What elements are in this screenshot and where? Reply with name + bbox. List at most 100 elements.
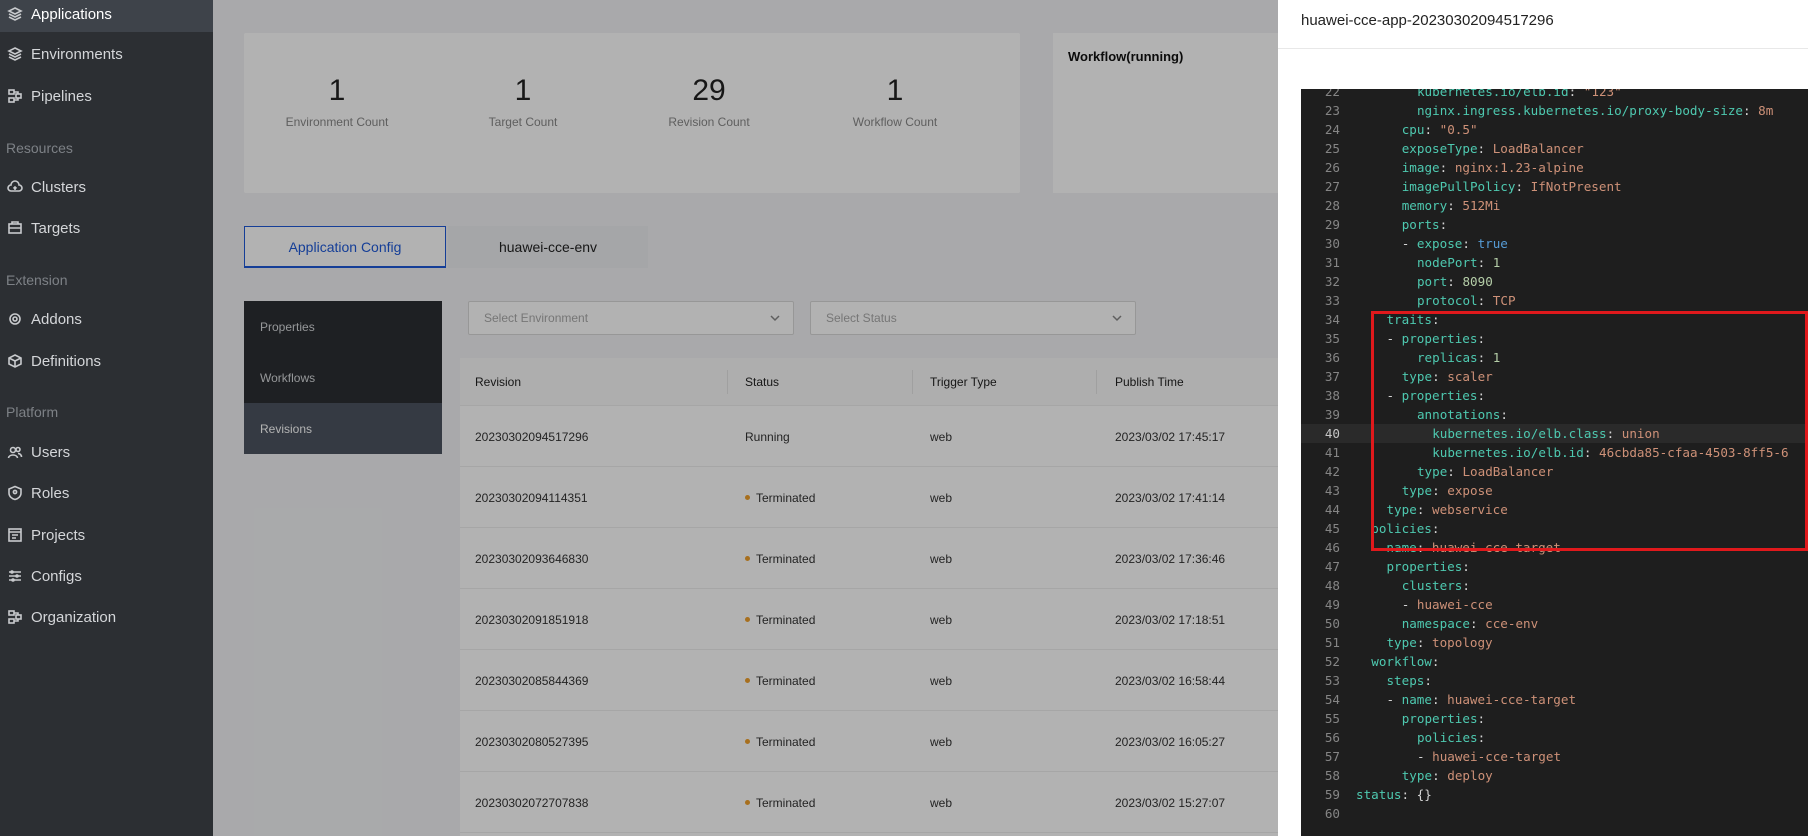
table-row[interactable]: 20230302094517296 Running web 2023/03/02 17… <box>460 406 1290 467</box>
yaml-key: name <box>1401 692 1432 707</box>
yaml-value: true <box>1477 236 1508 251</box>
sidebar-item-applications[interactable]: Applications <box>0 0 213 32</box>
yaml-value: 1 <box>1492 350 1501 365</box>
code-line: 40 kubernetes.io/elb.class: union <box>1301 424 1808 443</box>
sidebar-item-addons[interactable]: Addons <box>0 301 213 337</box>
yaml-separator: : <box>1583 445 1600 460</box>
tab-huawei-cce-env[interactable]: huawei-cce-env <box>448 226 648 268</box>
table-row[interactable]: 20230302080527395 Terminated web 2023/03/02… <box>460 711 1290 772</box>
line-number: 25 <box>1324 141 1340 156</box>
sidebar-item-clusters[interactable]: Clusters <box>0 169 213 205</box>
code-text: - properties: <box>1386 388 1486 403</box>
cell-revision-text: 20230302080527395 <box>475 734 589 749</box>
code-text: clusters: <box>1402 578 1470 593</box>
sidebar-item-label: Projects <box>31 526 86 544</box>
code-line: 34 traits: <box>1301 310 1808 329</box>
yaml-separator: : <box>1477 388 1486 403</box>
sidebar-item-environments[interactable]: Environments <box>0 36 213 72</box>
yaml-separator: : <box>1477 293 1493 308</box>
yaml-key: properties <box>1401 711 1478 726</box>
sidebar: Applications Environments Pipelines Reso… <box>0 0 213 836</box>
line-number: 36 <box>1324 350 1340 365</box>
layers-icon <box>7 46 23 62</box>
cell-publish-time-text: 2023/03/02 16:05:27 <box>1115 734 1226 749</box>
yaml-key: type <box>1386 635 1417 650</box>
line-number: 50 <box>1324 616 1340 631</box>
yaml-value: cce-env <box>1485 616 1539 631</box>
yaml-separator: : <box>1477 711 1486 726</box>
code-text: kubernetes.io/elb.id: "123" <box>1417 89 1622 99</box>
sidebar-item-roles[interactable]: Roles <box>0 475 213 511</box>
sidebar-item-users[interactable]: Users <box>0 434 213 470</box>
code-text: - huawei-cce <box>1401 597 1493 612</box>
line-number: 45 <box>1324 521 1340 536</box>
stat-value: 1 <box>886 74 904 107</box>
sidebar-item-projects[interactable]: Projects <box>0 517 213 553</box>
yaml-value: union <box>1621 426 1660 441</box>
organization-icon <box>7 609 23 625</box>
stats-card: 1 Environment Count 1 Target Count 29 Re… <box>244 33 1020 193</box>
yaml-separator: : <box>1401 787 1417 802</box>
submenu-item-properties[interactable]: Properties <box>244 301 442 352</box>
yaml-key: nginx.ingress.kubernetes.io/proxy-body-s… <box>1416 103 1743 118</box>
tab-application-config[interactable]: Application Config <box>244 226 446 268</box>
code-text: - huawei-cce-target <box>1416 749 1562 764</box>
yaml-key: properties <box>1401 388 1478 403</box>
code-line: 45 policies: <box>1301 519 1808 538</box>
yaml-value: "123" <box>1583 89 1622 99</box>
layers-icon <box>7 6 23 22</box>
code-text: imagePullPolicy: IfNotPresent <box>1402 179 1622 194</box>
environment-select[interactable]: Select Environment <box>468 301 794 335</box>
yaml-key: image <box>1401 160 1440 175</box>
chevron-down-icon <box>1111 312 1123 324</box>
yaml-code-viewer[interactable]: 22 kubernetes.io/elb.id: "123" 23 nginx.ing… <box>1301 89 1808 836</box>
cell-publish-time: 2023/03/02 17:36:46 <box>1115 528 1225 589</box>
table-row[interactable]: 20230302091851918 Terminated web 2023/03/02… <box>460 589 1290 650</box>
line-number: 51 <box>1324 635 1340 650</box>
configs-icon <box>7 568 23 584</box>
stat-workflow-count: 1 Workflow Count <box>802 73 988 129</box>
status-dot <box>745 617 750 622</box>
shield-icon <box>7 485 23 501</box>
cell-revision: 20230302080527395 <box>475 711 588 772</box>
addon-icon <box>7 311 23 327</box>
sidebar-item-targets[interactable]: Targets <box>0 210 213 246</box>
yaml-key: steps <box>1386 673 1425 688</box>
code-line: 28 memory: 512Mi <box>1301 196 1808 215</box>
cell-status-text: Running <box>745 429 790 444</box>
code-text: properties: <box>1402 711 1485 726</box>
yaml-key: type <box>1386 502 1417 517</box>
code-line: 33 protocol: TCP <box>1301 291 1808 310</box>
yaml-key: memory <box>1401 198 1448 213</box>
target-icon <box>7 220 23 236</box>
table-row[interactable]: 20230302094114351 Terminated web 2023/03/02… <box>460 467 1290 528</box>
yaml-key: port <box>1416 274 1448 289</box>
sidebar-item-organization[interactable]: Organization <box>0 599 213 635</box>
code-line: 46 - name: huawei-cce-target <box>1301 538 1808 557</box>
code-line: 32 port: 8090 <box>1301 272 1808 291</box>
cell-publish-time-text: 2023/03/02 15:27:07 <box>1115 795 1226 810</box>
table-row[interactable]: 20230302085844369 Terminated web 2023/03/02… <box>460 650 1290 711</box>
code-text: ports: <box>1402 217 1448 232</box>
yaml-key: policies <box>1371 521 1432 536</box>
code-line: 50 namespace: cce-env <box>1301 614 1808 633</box>
yaml-key: properties <box>1401 331 1478 346</box>
sidebar-item-configs[interactable]: Configs <box>0 558 213 594</box>
sidebar-item-pipelines[interactable]: Pipelines <box>0 78 213 114</box>
table-row[interactable]: 20230302072707838 Terminated web 2023/03/02… <box>460 772 1290 833</box>
yaml-key: clusters <box>1401 578 1463 593</box>
cell-publish-time: 2023/03/02 17:18:51 <box>1115 589 1225 650</box>
code-line: 43 type: expose <box>1301 481 1808 500</box>
code-line: 26 image: nginx:1.23-alpine <box>1301 158 1808 177</box>
submenu-item-workflows[interactable]: Workflows <box>244 352 442 403</box>
sidebar-item-definitions[interactable]: Definitions <box>0 343 213 379</box>
code-text: image: nginx:1.23-alpine <box>1402 160 1584 175</box>
status-select[interactable]: Select Status <box>810 301 1136 335</box>
cell-status-text: Terminated <box>756 673 816 688</box>
yaml-separator: : <box>1432 483 1448 498</box>
code-line: 58 type: deploy <box>1301 766 1808 785</box>
code-line: 31 nodePort: 1 <box>1301 253 1808 272</box>
table-row[interactable]: 20230302093646830 Terminated web 2023/03/02… <box>460 528 1290 589</box>
cell-revision: 20230302093646830 <box>475 528 588 589</box>
submenu-item-revisions[interactable]: Revisions <box>244 403 442 454</box>
